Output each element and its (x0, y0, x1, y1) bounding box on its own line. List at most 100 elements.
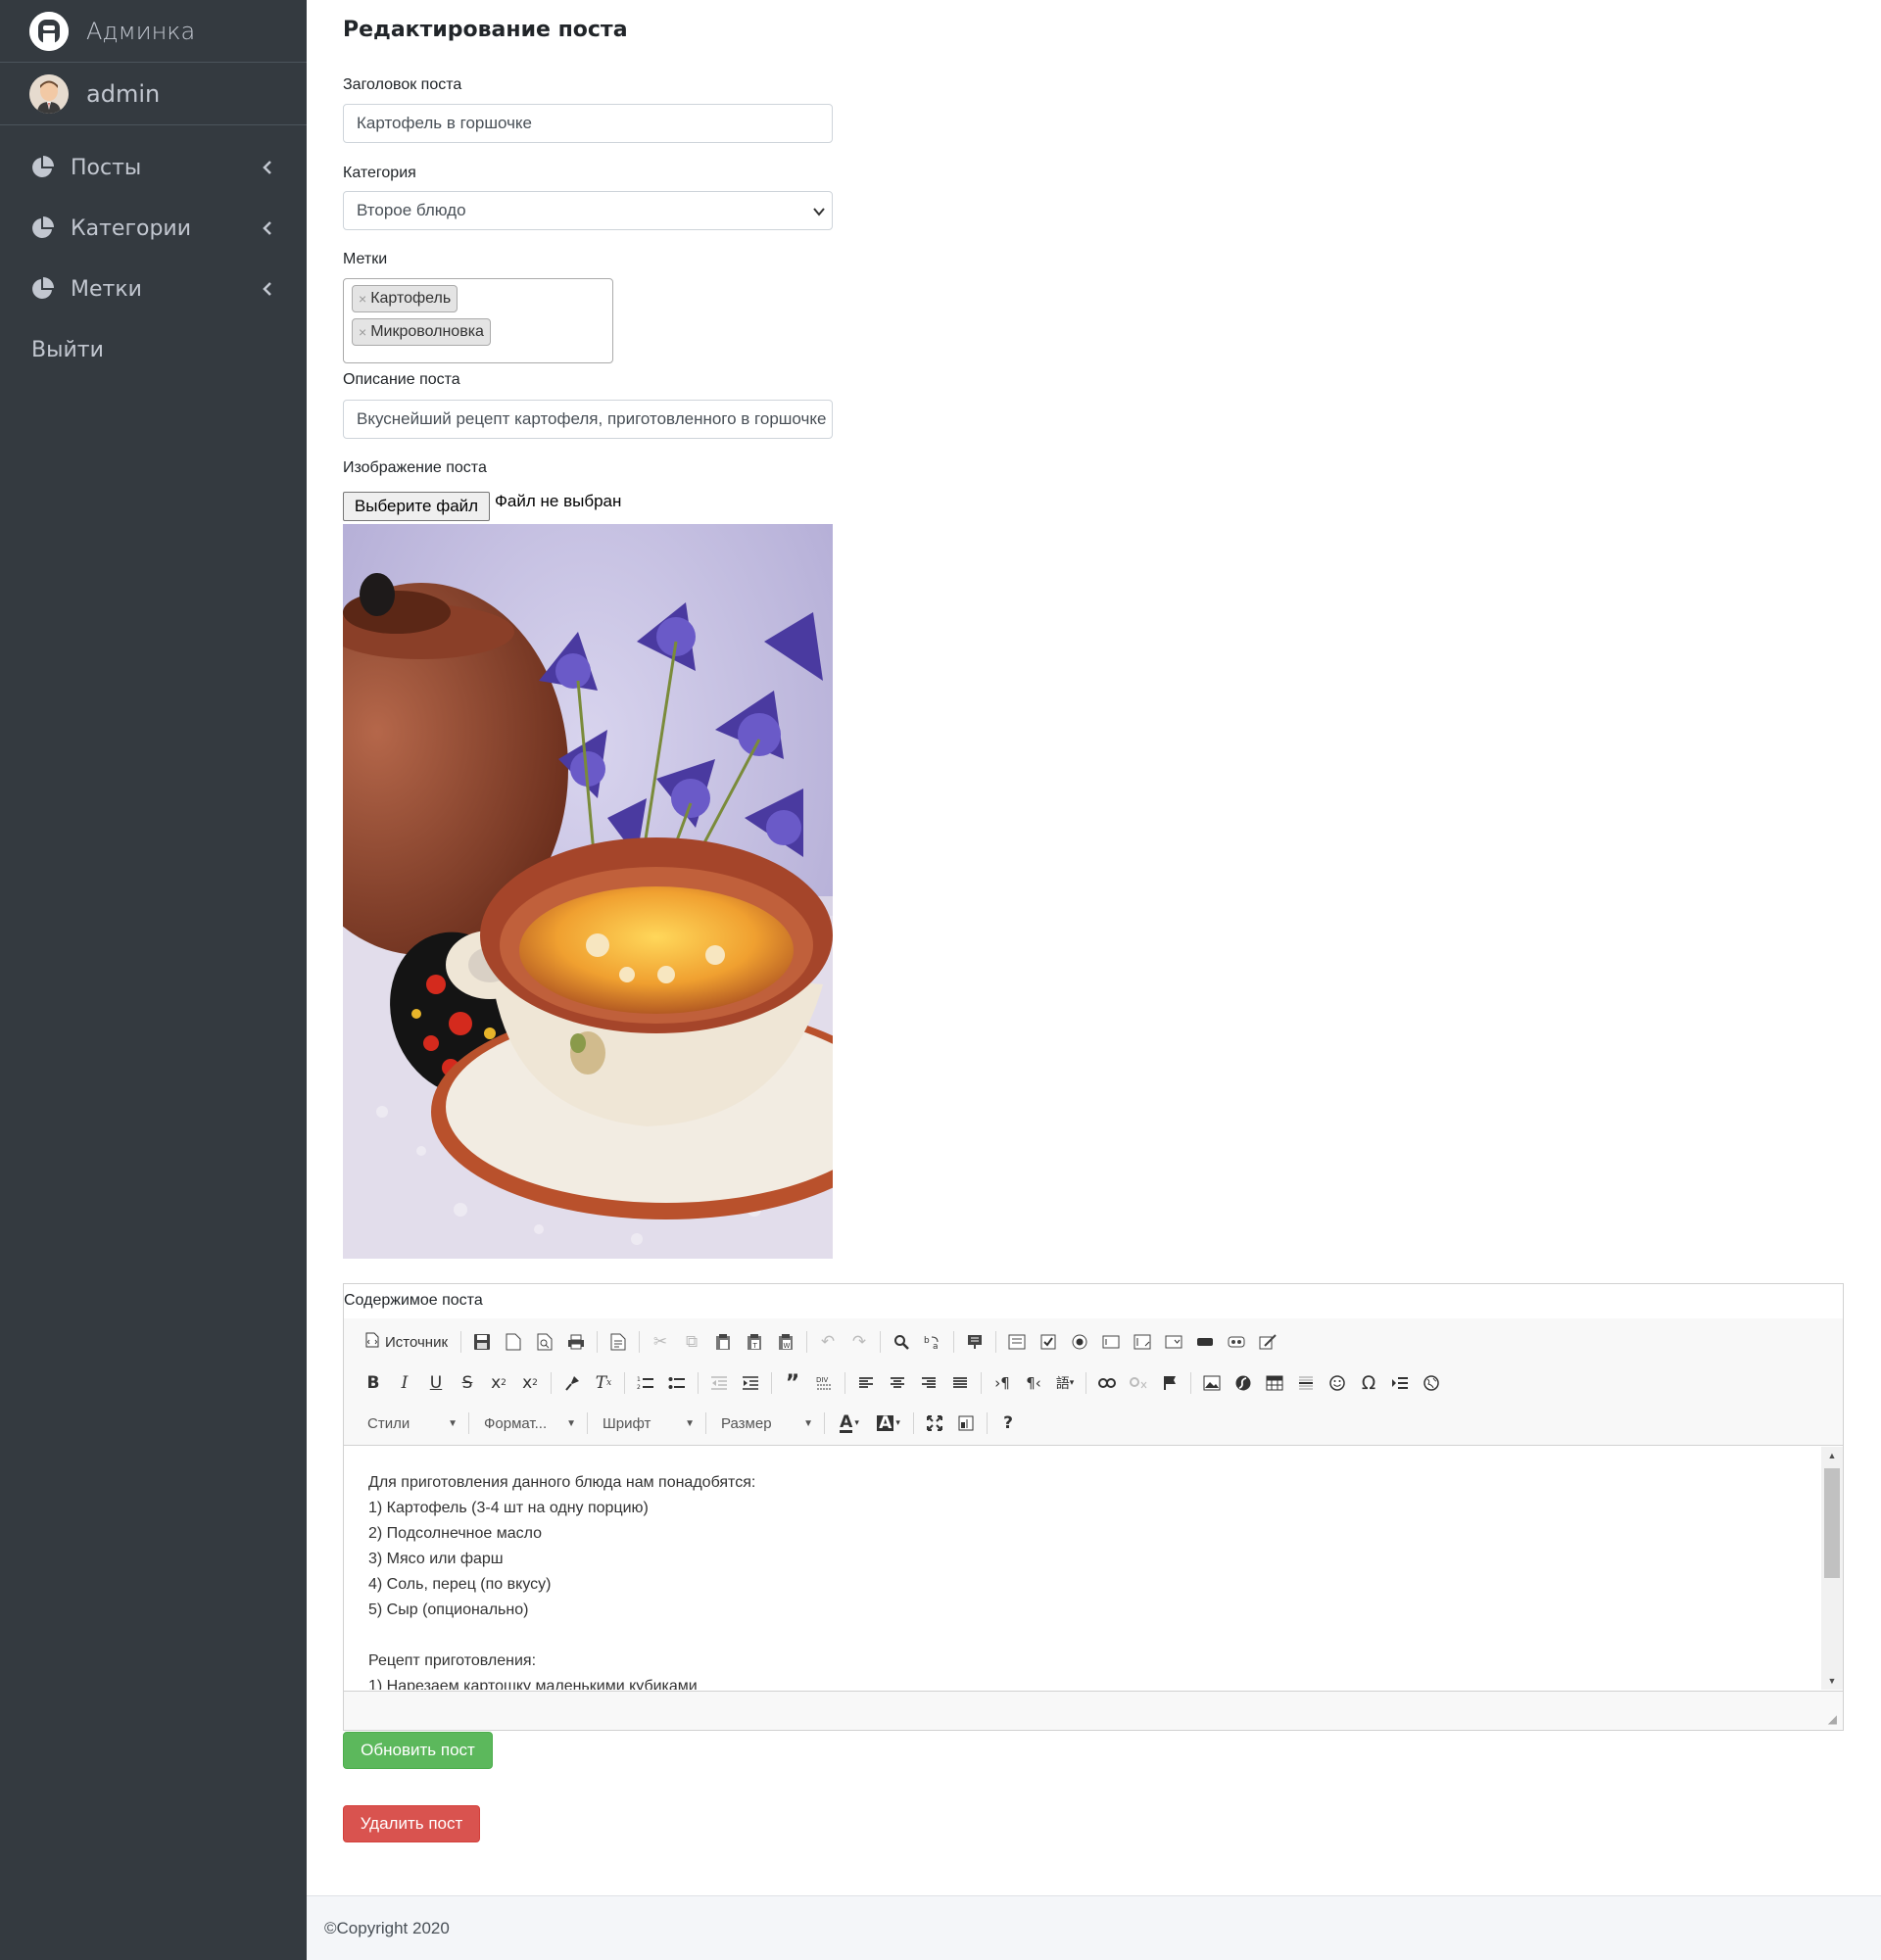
delete-post-button[interactable]: Удалить пост (343, 1805, 480, 1842)
templates-icon[interactable] (603, 1327, 634, 1357)
text-field-icon[interactable] (1095, 1327, 1127, 1357)
chevron-left-icon (258, 158, 277, 177)
category-select[interactable]: Второе блюдо (343, 191, 833, 230)
choose-file-button[interactable]: Выберите файл (343, 492, 490, 521)
sidebar-item-categories[interactable]: Категории (0, 198, 307, 259)
replace-icon[interactable]: ba (917, 1327, 948, 1357)
scroll-thumb[interactable] (1824, 1468, 1840, 1578)
toolbar-separator (639, 1331, 641, 1353)
user-panel[interactable]: admin (0, 63, 307, 125)
font-dropdown[interactable]: Шрифт ▼ (593, 1409, 700, 1438)
editor-content-line (368, 1623, 1797, 1649)
background-color-icon[interactable]: A ▾ (869, 1409, 908, 1438)
brand-link[interactable]: Админка (0, 0, 307, 63)
preview-icon[interactable] (529, 1327, 560, 1357)
editor-content-line: 3) Мясо или фарш (368, 1551, 504, 1567)
svg-text:W: W (784, 1342, 791, 1350)
help-icon[interactable]: ? (992, 1409, 1024, 1438)
category-select-value: Второе блюдо (357, 201, 466, 219)
text-color-icon[interactable]: A ▾ (830, 1409, 869, 1438)
textarea-icon[interactable] (1127, 1327, 1158, 1357)
subscript-icon[interactable]: x2 (483, 1368, 514, 1398)
redo-icon[interactable]: ↷ (844, 1327, 875, 1357)
div-container-icon[interactable]: DIV (808, 1368, 840, 1398)
undo-icon[interactable]: ↶ (812, 1327, 844, 1357)
cut-icon[interactable]: ✂ (645, 1327, 676, 1357)
tags-multiselect[interactable]: × Картофель × Микроволновка (343, 278, 613, 363)
italic-icon[interactable]: I (389, 1368, 420, 1398)
bold-icon[interactable]: B (358, 1368, 389, 1398)
align-right-icon[interactable] (913, 1368, 944, 1398)
remove-tag-icon[interactable]: × (359, 291, 366, 307)
editor-content[interactable]: Для приготовления данного блюда нам пона… (344, 1447, 1821, 1690)
form-icon[interactable] (1001, 1327, 1033, 1357)
toolbar-separator (698, 1372, 699, 1394)
remove-tag-icon[interactable]: × (359, 324, 366, 340)
smiley-icon[interactable] (1322, 1368, 1353, 1398)
text-rtl-icon[interactable]: ¶‹ (1018, 1368, 1049, 1398)
anchor-flag-icon[interactable] (1154, 1368, 1185, 1398)
size-dropdown[interactable]: Размер ▼ (711, 1409, 819, 1438)
description-label: Описание поста (343, 371, 460, 388)
copy-icon[interactable]: ⧉ (676, 1327, 707, 1357)
find-icon[interactable] (886, 1327, 917, 1357)
paste-word-icon[interactable]: W (770, 1327, 801, 1357)
button-field-icon[interactable] (1189, 1327, 1221, 1357)
toolbar-separator (824, 1412, 825, 1434)
scroll-down-icon[interactable]: ▼ (1821, 1672, 1843, 1690)
save-icon[interactable] (466, 1327, 498, 1357)
title-input[interactable]: Картофель в горшочке (343, 104, 833, 143)
select-all-icon[interactable] (959, 1327, 990, 1357)
radio-icon[interactable] (1064, 1327, 1095, 1357)
superscript-icon[interactable]: x2 (514, 1368, 546, 1398)
source-button[interactable]: Источник (358, 1327, 456, 1357)
sidebar-item-tags[interactable]: Метки (0, 259, 307, 319)
hidden-field-icon[interactable] (1252, 1327, 1283, 1357)
editor-scrollbar[interactable]: ▲ ▼ (1821, 1447, 1843, 1690)
bulleted-list-icon[interactable] (661, 1368, 693, 1398)
rich-text-editor: Содержимое поста Источник ✂ ⧉ T W ↶ ↷ b … (343, 1283, 1844, 1731)
link-icon[interactable] (1091, 1368, 1123, 1398)
scroll-up-icon[interactable]: ▲ (1821, 1447, 1843, 1464)
show-blocks-icon[interactable] (950, 1409, 982, 1438)
indent-icon[interactable] (735, 1368, 766, 1398)
flash-icon[interactable] (1228, 1368, 1259, 1398)
page-break-icon[interactable] (1384, 1368, 1416, 1398)
iframe-globe-icon[interactable] (1416, 1368, 1447, 1398)
paste-text-icon[interactable]: T (739, 1327, 770, 1357)
language-icon[interactable]: 語 ▾ (1049, 1368, 1081, 1398)
new-page-icon[interactable] (498, 1327, 529, 1357)
unlink-icon[interactable] (1123, 1368, 1154, 1398)
align-justify-icon[interactable] (944, 1368, 976, 1398)
outdent-icon[interactable] (703, 1368, 735, 1398)
update-post-button[interactable]: Обновить пост (343, 1732, 493, 1769)
logout-link[interactable]: Выйти (0, 319, 307, 380)
description-input[interactable]: Вкуснейший рецепт картофеля, приготовлен… (343, 400, 833, 439)
blockquote-icon[interactable]: ” (777, 1368, 808, 1398)
format-dropdown[interactable]: Формат... ▼ (474, 1409, 582, 1438)
text-ltr-icon[interactable]: ›¶ (987, 1368, 1018, 1398)
image-label: Изображение поста (343, 459, 487, 476)
resize-grip-icon[interactable]: ◢ (1828, 1712, 1837, 1726)
styles-dropdown[interactable]: Стили ▼ (358, 1409, 463, 1438)
sidebar-item-label: Посты (71, 155, 142, 180)
horizontal-line-icon[interactable] (1290, 1368, 1322, 1398)
sidebar-item-posts[interactable]: Посты (0, 137, 307, 198)
numbered-list-icon[interactable]: 12 (630, 1368, 661, 1398)
select-field-icon[interactable] (1158, 1327, 1189, 1357)
paste-icon[interactable] (707, 1327, 739, 1357)
table-icon[interactable] (1259, 1368, 1290, 1398)
image-button-icon[interactable] (1221, 1327, 1252, 1357)
underline-icon[interactable]: U (420, 1368, 452, 1398)
remove-format-icon[interactable]: Tx (588, 1368, 619, 1398)
align-center-icon[interactable] (882, 1368, 913, 1398)
checkbox-icon[interactable] (1033, 1327, 1064, 1357)
strikethrough-icon[interactable]: S (452, 1368, 483, 1398)
image-icon[interactable] (1196, 1368, 1228, 1398)
maximize-icon[interactable] (919, 1409, 950, 1438)
special-char-icon[interactable]: Ω (1353, 1368, 1384, 1398)
print-icon[interactable] (560, 1327, 592, 1357)
editor-content-line: 1) Нарезаем картошку маленькими кубиками (368, 1678, 698, 1690)
copy-format-icon[interactable] (556, 1368, 588, 1398)
align-left-icon[interactable] (850, 1368, 882, 1398)
